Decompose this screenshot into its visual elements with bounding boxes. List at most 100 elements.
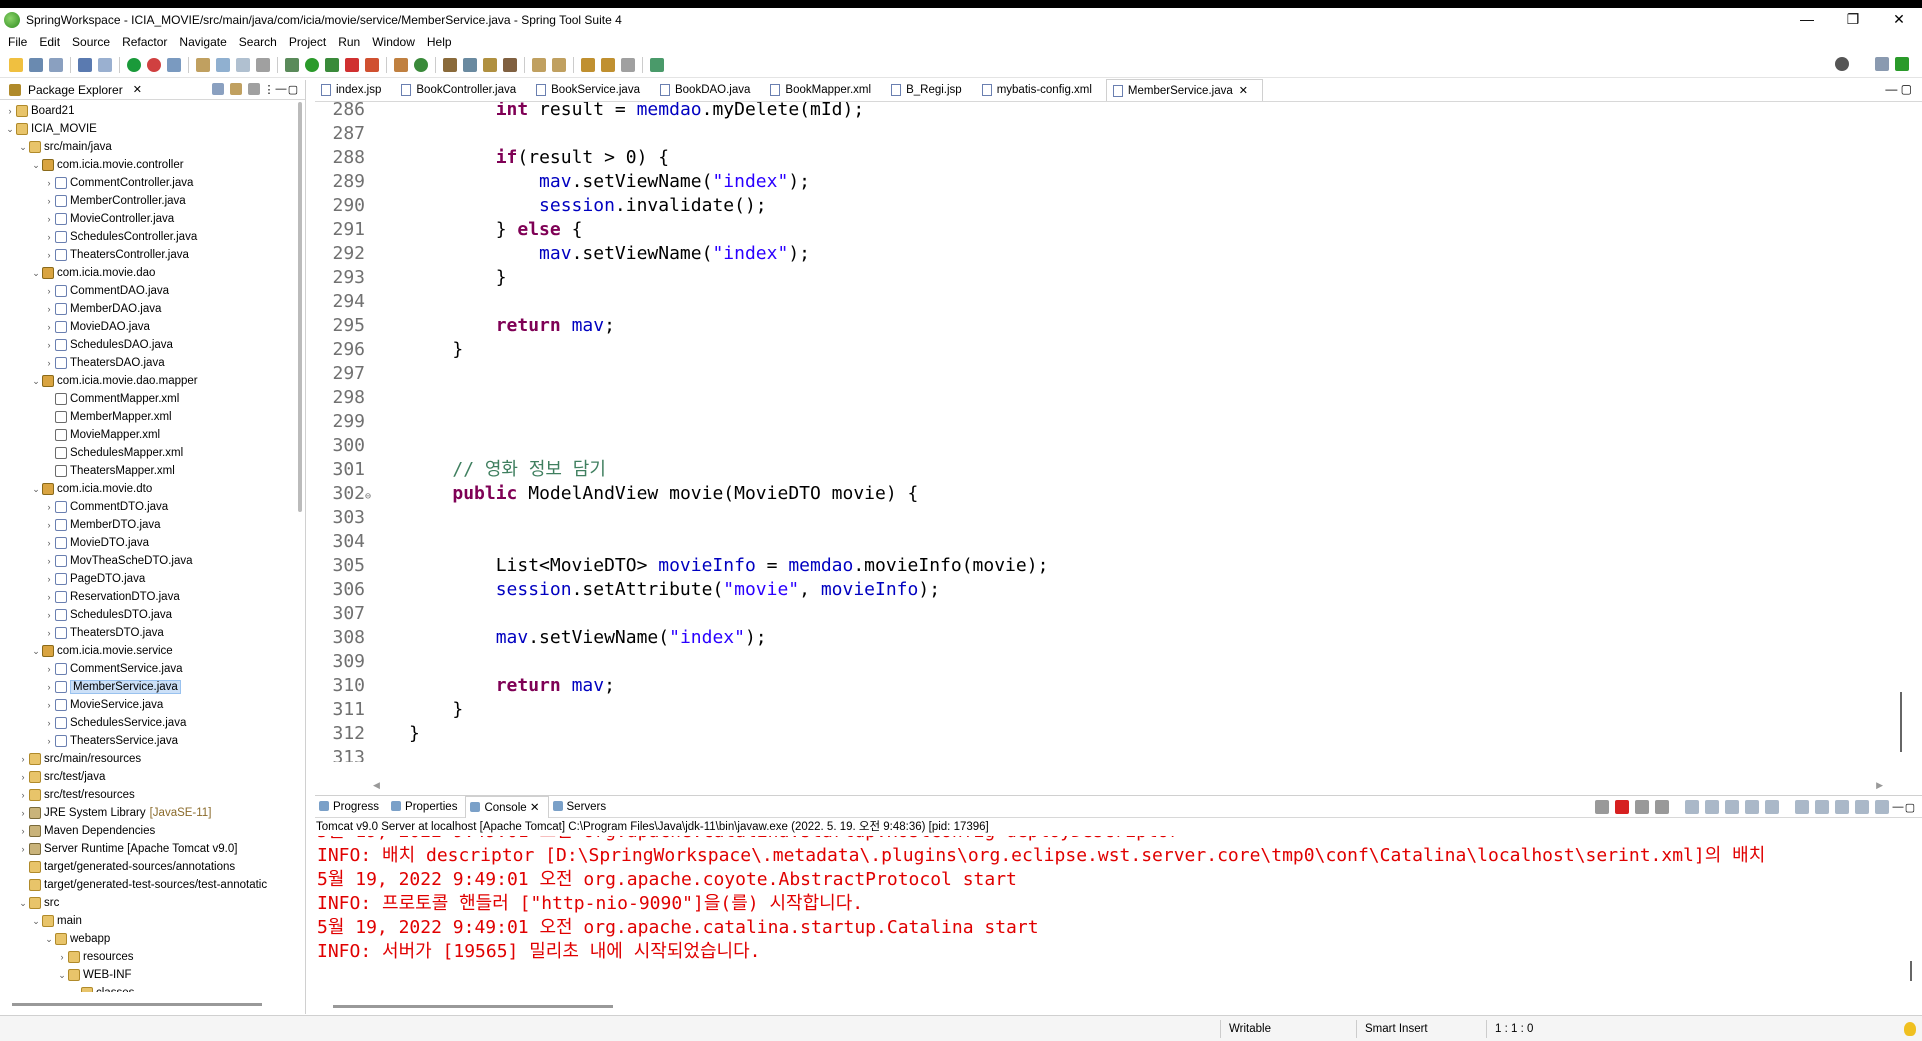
tree-item[interactable]: › TheatersService.java xyxy=(43,732,178,750)
chevron-right-icon[interactable]: › xyxy=(43,624,55,642)
chevron-right-icon[interactable]: › xyxy=(43,732,55,750)
tree-item[interactable]: ⌄ com.icia.movie.dao.mapper xyxy=(30,372,198,390)
open-perspective-icon[interactable] xyxy=(167,57,181,72)
chevron-down-icon[interactable]: ⌄ xyxy=(30,912,42,930)
menu-source[interactable]: Source xyxy=(72,35,110,49)
chevron-right-icon[interactable]: › xyxy=(56,948,68,966)
remove-launch-icon[interactable] xyxy=(1635,800,1649,814)
tree-item[interactable]: › resources xyxy=(56,948,134,966)
terminate-icon[interactable] xyxy=(345,57,359,72)
open-type-icon[interactable] xyxy=(443,57,457,72)
editor-tab[interactable]: BookDAO.java xyxy=(654,79,764,101)
tree-item[interactable]: SchedulesMapper.xml xyxy=(43,444,183,462)
maximize-view-icon[interactable]: ▢ xyxy=(287,83,299,96)
menu-file[interactable]: File xyxy=(8,35,27,49)
tree-vertical-scrollbar[interactable] xyxy=(298,102,302,512)
menu-window[interactable]: Window xyxy=(372,35,415,49)
tree-item[interactable]: CommentMapper.xml xyxy=(43,390,179,408)
java-ee-perspective-icon[interactable] xyxy=(1895,57,1909,71)
filters-icon[interactable] xyxy=(248,83,260,95)
tree-item[interactable]: › Maven Dependencies xyxy=(17,822,155,840)
chevron-right-icon[interactable]: › xyxy=(43,498,55,516)
menu-edit[interactable]: Edit xyxy=(39,35,60,49)
editor-horizontal-scrollbar[interactable]: ◀ ▶ xyxy=(373,780,1883,790)
chevron-right-icon[interactable]: › xyxy=(17,822,29,840)
tree-item[interactable]: › JRE System Library [JavaSE-11] xyxy=(17,804,211,822)
tree-item[interactable]: › MovieDAO.java xyxy=(43,318,150,336)
run-dropdown-icon[interactable] xyxy=(365,57,379,72)
chevron-right-icon[interactable]: › xyxy=(43,354,55,372)
tree-item[interactable]: › TheatersDTO.java xyxy=(43,624,164,642)
close-button[interactable]: ✕ xyxy=(1876,8,1922,32)
close-tab-icon[interactable]: ✕ xyxy=(1239,85,1248,97)
tree-item[interactable]: › TheatersDAO.java xyxy=(43,354,165,372)
tree-item[interactable]: › CommentController.java xyxy=(43,174,193,192)
open-perspective-button-icon[interactable] xyxy=(1875,57,1889,71)
tree-item[interactable]: ⌄ WEB-INF xyxy=(56,966,132,984)
tree-item[interactable]: target/generated-test-sources/test-annot… xyxy=(17,876,267,894)
console-horizontal-scrollbar[interactable] xyxy=(333,1005,613,1008)
tree-item[interactable]: › src/main/resources xyxy=(17,750,141,768)
menu-project[interactable]: Project xyxy=(289,35,326,49)
new-java-project-icon[interactable] xyxy=(394,57,408,72)
chevron-down-icon[interactable]: ⌄ xyxy=(17,894,29,912)
chevron-right-icon[interactable]: › xyxy=(17,804,29,822)
tree-horizontal-scrollbar[interactable] xyxy=(12,1003,262,1006)
chevron-right-icon[interactable]: › xyxy=(17,786,29,804)
chevron-right-icon[interactable]: › xyxy=(43,228,55,246)
tree-item[interactable]: › ReservationDTO.java xyxy=(43,588,180,606)
tree-item[interactable]: › CommentService.java xyxy=(43,660,182,678)
chevron-down-icon[interactable]: ⌄ xyxy=(30,156,42,174)
tree-item[interactable]: ⌄ src xyxy=(17,894,59,912)
new-icon[interactable] xyxy=(9,57,23,72)
tree-item[interactable]: › src/test/java xyxy=(17,768,105,786)
debug-icon[interactable] xyxy=(285,57,299,72)
chevron-right-icon[interactable]: › xyxy=(43,534,55,552)
console-settings-icon[interactable] xyxy=(1875,800,1889,814)
tree-item[interactable]: › TheatersController.java xyxy=(43,246,189,264)
search-tool-icon[interactable] xyxy=(483,57,497,72)
close-icon[interactable]: ✕ xyxy=(133,83,142,96)
open-console-icon[interactable] xyxy=(1835,800,1849,814)
run-icon[interactable] xyxy=(305,57,319,72)
scroll-right-icon[interactable]: ▶ xyxy=(1876,780,1883,791)
show-on-stdout-icon[interactable] xyxy=(1745,800,1759,814)
new-class-icon[interactable] xyxy=(414,57,428,72)
word-wrap-console-icon[interactable] xyxy=(1725,800,1739,814)
chevron-down-icon[interactable]: ⌄ xyxy=(4,120,16,138)
editor-vertical-scrollbar[interactable] xyxy=(1900,692,1902,752)
tree-item[interactable]: ⌄ ICIA_MOVIE xyxy=(4,120,97,138)
editor-tab[interactable]: B_Regi.jsp xyxy=(885,79,976,101)
terminate-console-icon[interactable] xyxy=(1615,800,1629,814)
tree-item[interactable]: target/generated-sources/annotations xyxy=(17,858,235,876)
chevron-right-icon[interactable]: › xyxy=(43,300,55,318)
collapse-all-icon[interactable] xyxy=(212,83,224,95)
chevron-down-icon[interactable]: ⌄ xyxy=(30,480,42,498)
chevron-right-icon[interactable]: › xyxy=(43,678,55,696)
tree-item[interactable]: ⌄ com.icia.movie.dao xyxy=(30,264,155,282)
ant-icon[interactable] xyxy=(503,57,517,72)
scroll-left-icon[interactable]: ◀ xyxy=(373,780,380,790)
pin-editor-icon[interactable] xyxy=(650,57,664,72)
save-all-icon[interactable] xyxy=(49,57,63,72)
tree-item[interactable]: › MemberService.java xyxy=(43,678,181,696)
console-vertical-scrollbar[interactable] xyxy=(1910,961,1912,981)
next-annotation-icon[interactable] xyxy=(532,57,546,72)
tree-item[interactable]: › CommentDAO.java xyxy=(43,282,169,300)
chevron-right-icon[interactable]: › xyxy=(17,840,29,858)
previous-annotation-icon[interactable] xyxy=(552,57,566,72)
chevron-right-icon[interactable]: › xyxy=(43,210,55,228)
tree-item[interactable]: › CommentDTO.java xyxy=(43,498,168,516)
chevron-right-icon[interactable]: › xyxy=(43,516,55,534)
tree-item[interactable]: TheatersMapper.xml xyxy=(43,462,175,480)
restart-icon[interactable] xyxy=(1595,800,1609,814)
editor-tab[interactable]: index.jsp xyxy=(315,79,395,101)
tree-item[interactable]: › MovTheaScheDTO.java xyxy=(43,552,193,570)
console-maximize-icon[interactable]: ▢ xyxy=(1904,801,1916,814)
toggle-mark-icon[interactable] xyxy=(196,57,210,72)
new-console-icon[interactable] xyxy=(1855,800,1869,814)
menu-run[interactable]: Run xyxy=(338,35,360,49)
chevron-right-icon[interactable]: › xyxy=(43,606,55,624)
chevron-down-icon[interactable]: ⌄ xyxy=(56,966,68,984)
chevron-down-icon[interactable]: ⌄ xyxy=(43,930,55,948)
